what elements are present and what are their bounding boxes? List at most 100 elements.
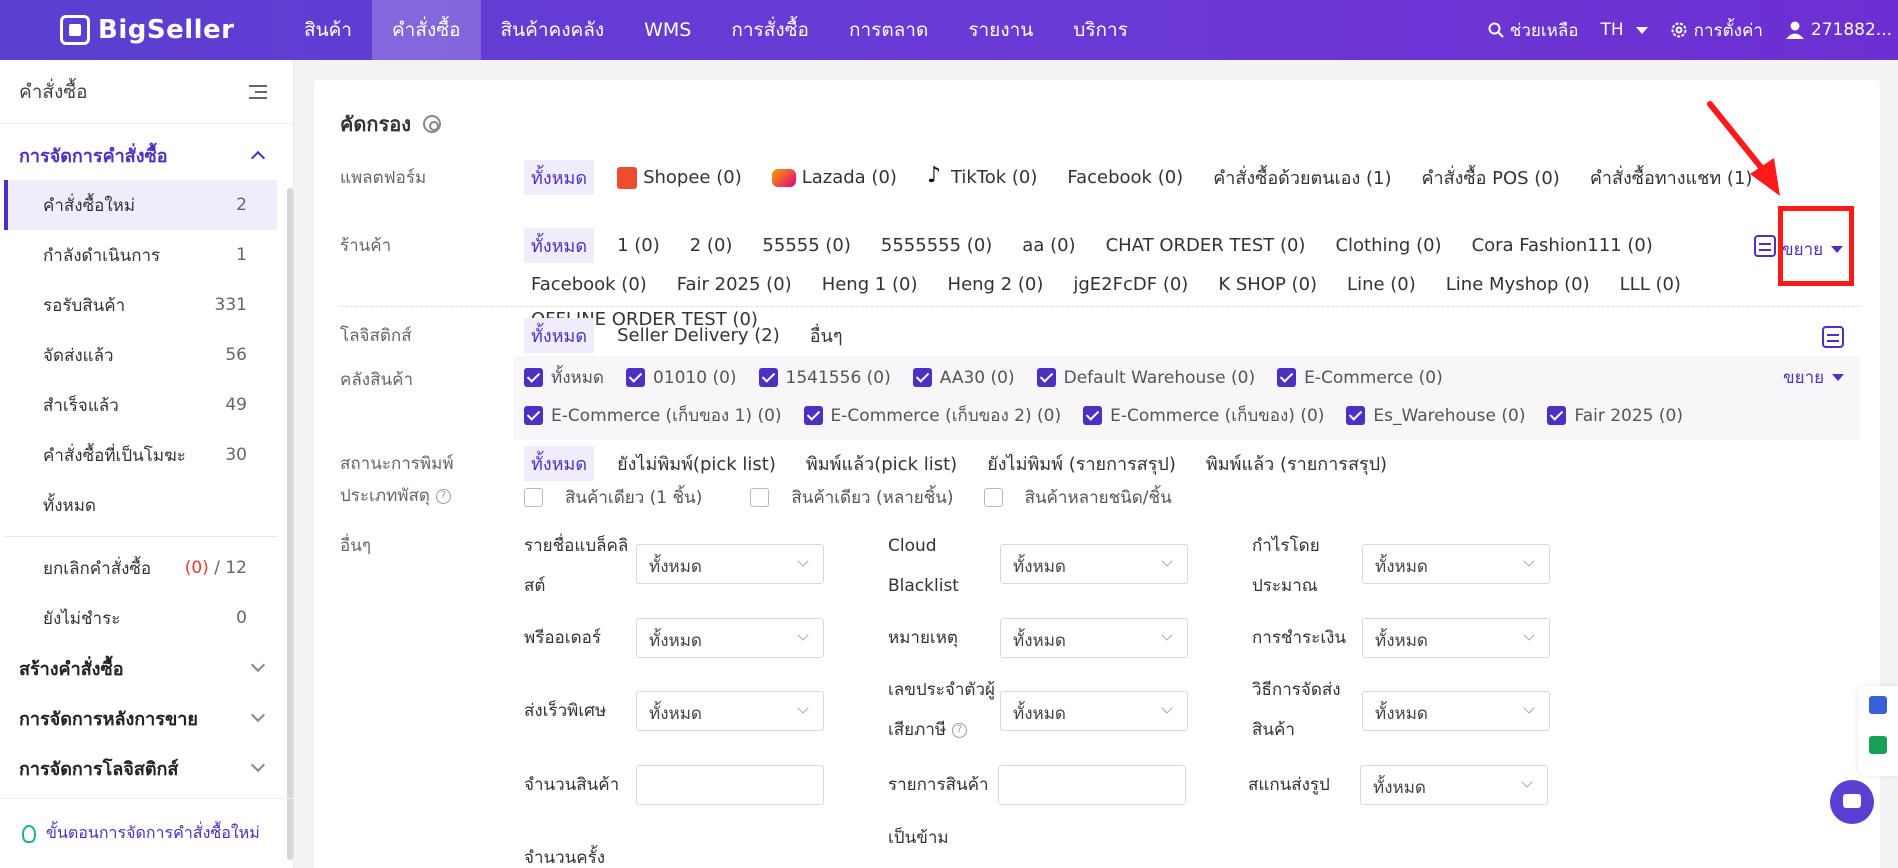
sidebar-group-after-sales[interactable]: การจัดการหลังการขาย (0, 693, 293, 743)
items-input[interactable] (998, 765, 1186, 805)
logo-text: BigSeller (98, 15, 235, 45)
store-chip[interactable]: Clothing (0) (1328, 232, 1448, 259)
platform-chip-facebook[interactable]: Facebook (0) (1060, 164, 1190, 191)
store-chip[interactable]: Facebook (0) (524, 271, 654, 298)
store-chip[interactable]: LLL (0) (1613, 271, 1688, 298)
warehouse-checkbox[interactable]: E-Commerce (เก็บของ 2) (0) (803, 402, 1061, 429)
preorder-label: พรีออเดอร์ (524, 628, 601, 648)
help-icon[interactable]: ? (435, 488, 451, 504)
warehouse-checkbox[interactable]: 01010 (0) (625, 368, 737, 388)
logistics-chip[interactable]: อื่นๆ (803, 318, 850, 353)
swap-icon[interactable] (1754, 235, 1776, 257)
warehouse-checkbox[interactable]: E-Commerce (0) (1277, 368, 1443, 388)
cloud-blacklist-select[interactable]: ทั้งหมด (1000, 544, 1188, 584)
store-chip[interactable]: 5555555 (0) (874, 232, 999, 259)
quantity-input[interactable] (636, 765, 824, 805)
platform-chip-all[interactable]: ทั้งหมด (524, 160, 595, 195)
nav-inventory[interactable]: สินค้าคงคลัง (481, 0, 625, 60)
nav-wms[interactable]: WMS (624, 0, 711, 60)
sidebar-scrollbar[interactable] (287, 188, 293, 860)
store-chip[interactable]: Heng 1 (0) (815, 271, 925, 298)
platform-chip-shopee[interactable]: Shopee (0) (610, 164, 749, 192)
help-link[interactable]: ช่วยเหลือ (1488, 17, 1578, 44)
print-chip[interactable]: ทั้งหมด (524, 446, 595, 481)
store-chip[interactable]: Heng 2 (0) (941, 271, 1051, 298)
blacklist-select[interactable]: ทั้งหมด (636, 544, 824, 584)
chat-button[interactable] (1830, 780, 1874, 824)
parcel-checkbox[interactable]: สินค้าหลายชนิด/ชิ้น (983, 484, 1172, 511)
tax-id-select[interactable]: ทั้งหมด (1000, 691, 1188, 731)
warehouse-checkbox[interactable]: ทั้งหมด (524, 364, 604, 391)
logo[interactable]: BigSeller (60, 15, 272, 45)
warehouse-checkbox[interactable]: Default Warehouse (0) (1036, 368, 1255, 388)
sidebar-item-cancelled[interactable]: ยกเลิกคำสั่งซื้อ (0) / 12 (4, 543, 277, 593)
new-order-guide-link[interactable]: ขั้นตอนการจัดการคำสั่งซื้อใหม่ (0, 798, 294, 868)
note-select[interactable]: ทั้งหมด (1000, 618, 1188, 658)
sidebar-item-new-orders[interactable]: คำสั่งซื้อใหม่ 2 (4, 180, 277, 230)
logistics-chip[interactable]: ทั้งหมด (524, 318, 595, 353)
store-chip[interactable]: aa (0) (1015, 232, 1082, 259)
store-chip[interactable]: Cora Fashion111 (0) (1465, 232, 1660, 259)
warehouse-checkbox[interactable]: AA30 (0) (912, 368, 1015, 388)
nav-services[interactable]: บริการ (1053, 0, 1148, 60)
warehouse-checkbox[interactable]: Es_Warehouse (0) (1346, 406, 1525, 426)
platform-chip-tiktok[interactable]: TikTok (0) (920, 163, 1044, 192)
store-chip[interactable]: 1 (0) (610, 232, 667, 259)
nav-reports[interactable]: รายงาน (948, 0, 1053, 60)
language-select[interactable]: TH (1600, 20, 1648, 40)
express-select[interactable]: ทั้งหมด (636, 691, 824, 731)
swap-icon[interactable] (1822, 326, 1844, 348)
warehouse-checkbox[interactable]: 1541556 (0) (758, 368, 891, 388)
platform-chip-pos[interactable]: คำสั่งซื้อ POS (0) (1414, 160, 1566, 195)
store-chip[interactable]: 55555 (0) (755, 232, 857, 259)
sidebar-item-awaiting-pickup[interactable]: รอรับสินค้า 331 (4, 280, 277, 330)
store-chip[interactable]: 2 (0) (683, 232, 740, 259)
store-chip[interactable]: ทั้งหมด (524, 228, 595, 263)
feedback-icon[interactable] (1869, 696, 1887, 714)
preorder-select[interactable]: ทั้งหมด (636, 618, 824, 658)
sidebar-item-unpaid[interactable]: ยังไม่ชำระ 0 (4, 593, 277, 643)
store-chip[interactable]: Line (0) (1340, 271, 1423, 298)
sidebar-group-order-management[interactable]: การจัดการคำสั่งซื้อ (0, 130, 293, 180)
print-chip[interactable]: พิมพ์แล้ว(pick list) (799, 446, 964, 481)
sidebar-item-all[interactable]: ทั้งหมด (4, 480, 277, 530)
sidebar-item-shipped[interactable]: จัดส่งแล้ว 56 (4, 330, 277, 380)
sidebar-group-logistics[interactable]: การจัดการโลจิสติกส์ (0, 743, 293, 793)
logistics-chip[interactable]: Seller Delivery (2) (610, 322, 787, 349)
parcel-checkbox[interactable]: สินค้าเดียว (1 ชิ้น) (524, 484, 702, 511)
warehouse-checkbox[interactable]: E-Commerce (เก็บของ) (0) (1083, 402, 1324, 429)
est-profit-select[interactable]: ทั้งหมด (1362, 544, 1550, 584)
gear-icon[interactable] (423, 115, 441, 133)
store-chip[interactable]: K SHOP (0) (1211, 271, 1324, 298)
help-icon[interactable]: ? (952, 722, 968, 738)
store-chip[interactable]: CHAT ORDER TEST (0) (1099, 232, 1313, 259)
print-chip[interactable]: ยังไม่พิมพ์(pick list) (610, 446, 783, 481)
sidebar-item-processing[interactable]: กำลังดำเนินการ 1 (4, 230, 277, 280)
payment-select[interactable]: ทั้งหมด (1362, 618, 1550, 658)
sidebar-item-void-orders[interactable]: คำสั่งซื้อที่เป็นโมฆะ 30 (4, 430, 277, 480)
print-chip[interactable]: พิมพ์แล้ว (รายการสรุป) (1199, 446, 1394, 481)
book-icon[interactable] (1869, 736, 1887, 754)
user-menu[interactable]: 271882... (1785, 20, 1892, 40)
store-chip[interactable]: Fair 2025 (0) (670, 271, 799, 298)
warehouse-expand-button[interactable]: ขยาย (1783, 364, 1845, 391)
ship-method-select[interactable]: ทั้งหมด (1362, 691, 1550, 731)
sidebar-group-create-order[interactable]: สร้างคำสั่งซื้อ (0, 643, 293, 693)
payment-label: การชำระเงิน (1252, 628, 1347, 648)
platform-chip-lazada[interactable]: Lazada (0) (765, 164, 904, 191)
store-chip[interactable]: Line Myshop (0) (1439, 271, 1597, 298)
nav-products[interactable]: สินค้า (284, 0, 372, 60)
settings-link[interactable]: การตั้งค่า (1670, 17, 1763, 44)
platform-chip-manual[interactable]: คำสั่งซื้อด้วยตนเอง (1) (1206, 160, 1398, 195)
warehouse-checkbox[interactable]: E-Commerce (เก็บของ 1) (0) (524, 402, 782, 429)
print-chip[interactable]: ยังไม่พิมพ์ (รายการสรุป) (980, 446, 1183, 481)
nav-marketing[interactable]: การตลาด (829, 0, 948, 60)
store-chip[interactable]: jgE2FcDF (0) (1066, 271, 1195, 298)
scan-select[interactable]: ทั้งหมด (1360, 765, 1548, 805)
collapse-sidebar-icon[interactable] (249, 84, 267, 100)
nav-orders[interactable]: คำสั่งซื้อ (371, 0, 481, 60)
parcel-checkbox[interactable]: สินค้าเดียว (หลายชิ้น) (750, 484, 954, 511)
sidebar-item-completed[interactable]: สำเร็จแล้ว 49 (4, 380, 277, 430)
nav-purchase[interactable]: การสั่งซื้อ (711, 0, 829, 60)
warehouse-checkbox[interactable]: Fair 2025 (0) (1547, 406, 1683, 426)
